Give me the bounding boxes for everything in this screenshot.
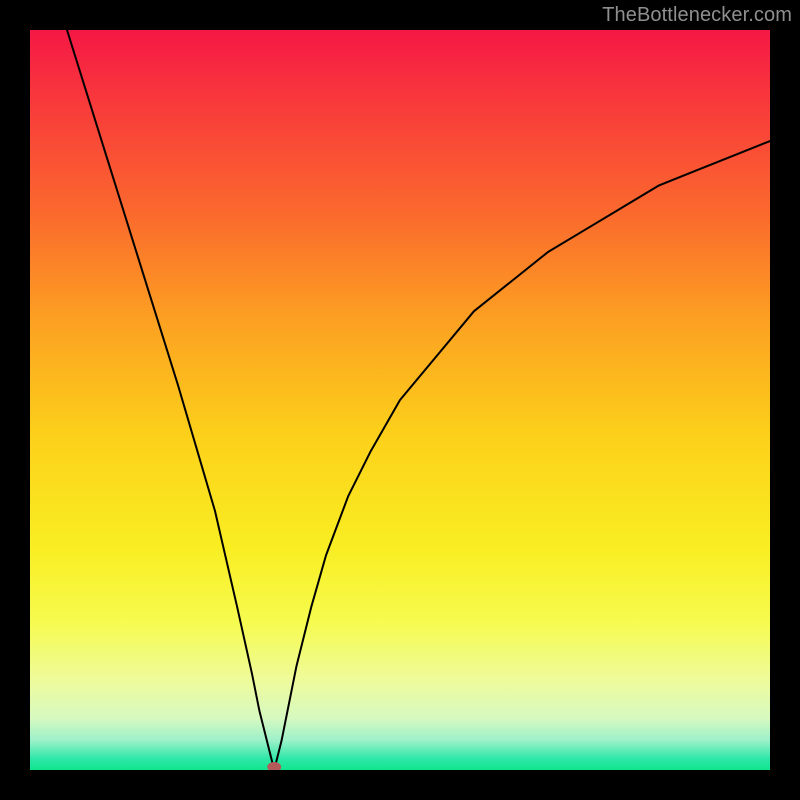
- watermark-text: TheBottlenecker.com: [602, 4, 792, 27]
- bottleneck-chart: [30, 30, 770, 770]
- chart-frame: TheBottlenecker.com: [0, 0, 800, 800]
